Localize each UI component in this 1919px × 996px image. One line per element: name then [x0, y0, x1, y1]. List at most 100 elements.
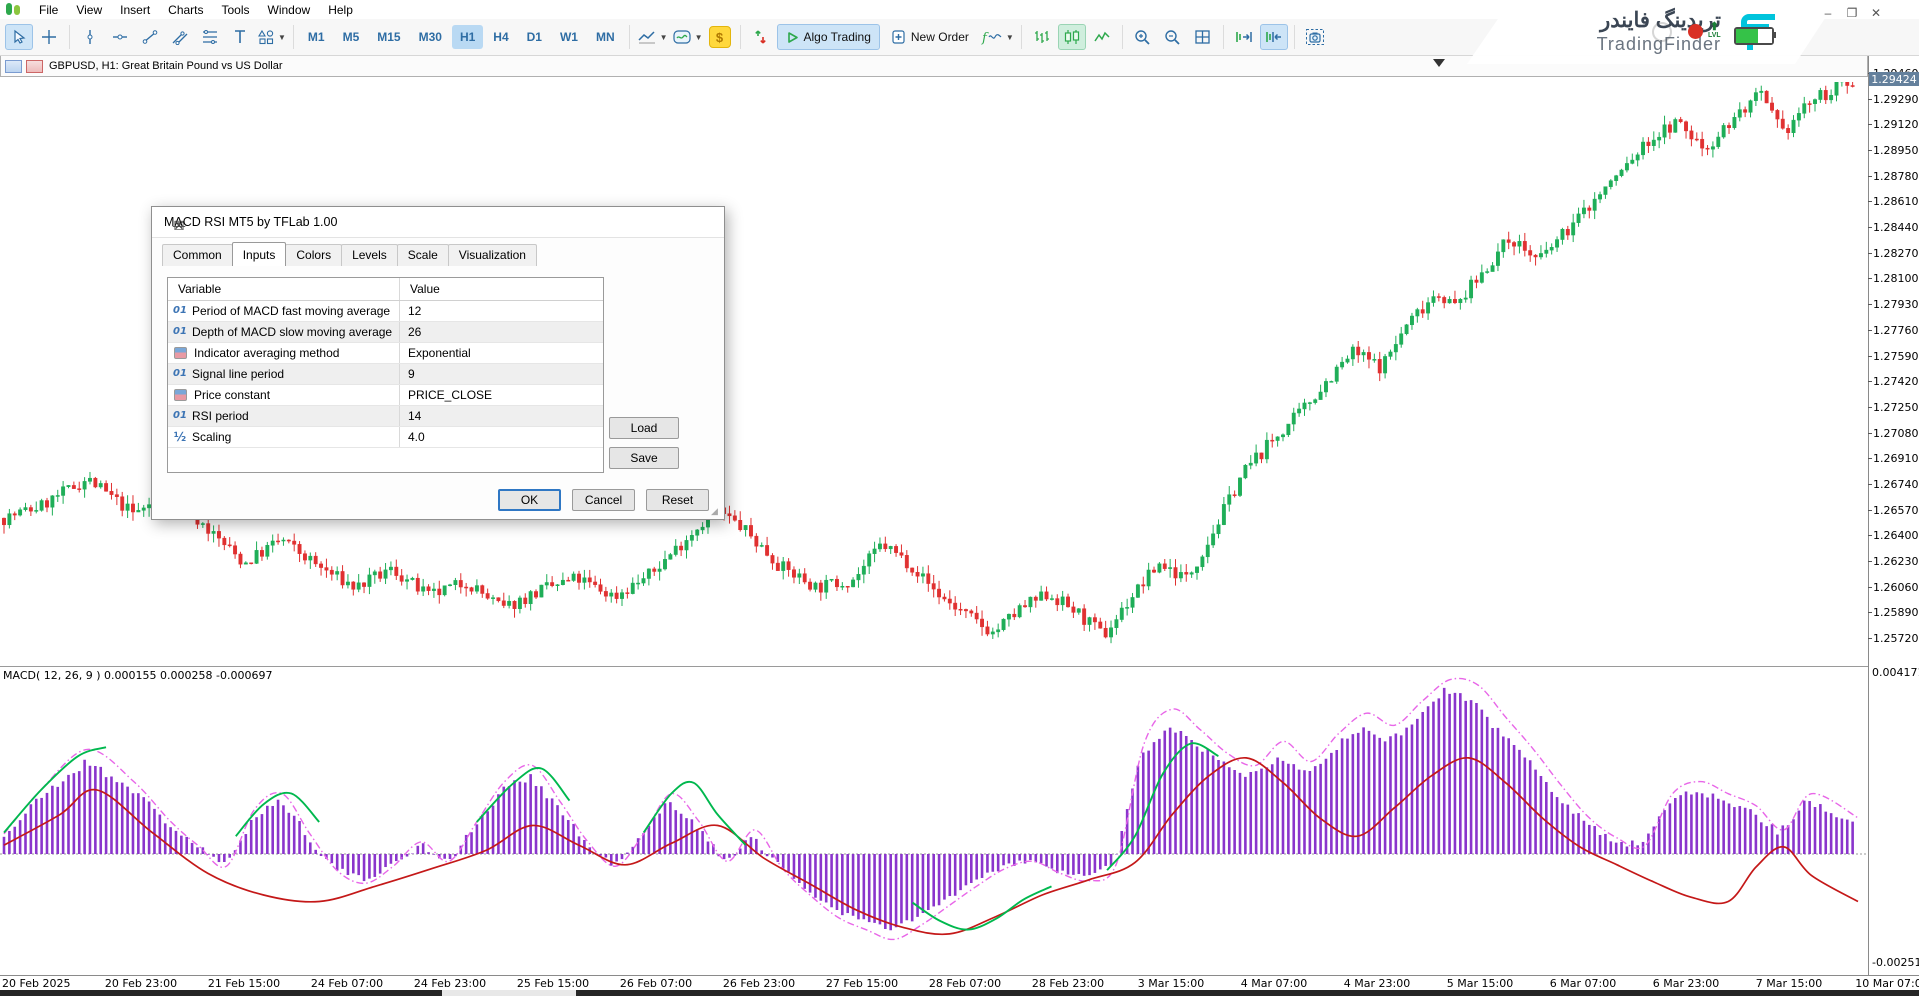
chart-list-icon — [5, 60, 22, 73]
timeframe-button-mn[interactable]: MN — [588, 25, 623, 49]
dialog-tab-colors[interactable]: Colors — [285, 244, 342, 266]
price-tick-label: 1.28610 — [1873, 195, 1919, 208]
deposit-button[interactable]: $ — [706, 24, 734, 50]
input-row-2[interactable]: 01Depth of MACD slow moving average26 — [168, 322, 603, 343]
input-row-1[interactable]: 01Period of MACD fast moving average12 — [168, 301, 603, 322]
time-axis[interactable]: 20 Feb 202520 Feb 23:0021 Feb 15:0024 Fe… — [0, 975, 1919, 990]
auto-scroll-icon — [1234, 29, 1254, 45]
menu-item-window[interactable]: Window — [259, 1, 320, 19]
auto-scroll-button[interactable] — [1230, 24, 1258, 50]
input-row-3[interactable]: Indicator averaging methodExponential — [168, 343, 603, 364]
window-restore-button[interactable]: ❐ — [1842, 6, 1862, 22]
cursor-tool-button[interactable] — [5, 24, 33, 50]
integer-type-icon: 01 — [168, 364, 192, 384]
dollar-icon: $ — [709, 26, 731, 48]
price-tick-label: 1.27590 — [1873, 350, 1919, 363]
channel-tool-button[interactable] — [166, 24, 194, 50]
dialog-tab-levels[interactable]: Levels — [341, 244, 398, 266]
load-button[interactable]: Load — [609, 417, 679, 439]
chart-symbol-icon — [26, 60, 43, 73]
timeframe-button-w1[interactable]: W1 — [552, 25, 586, 49]
variable-value[interactable]: 4.0 — [400, 427, 603, 447]
timeframe-button-h4[interactable]: H4 — [485, 25, 516, 49]
fibonacci-tool-button[interactable] — [196, 24, 224, 50]
watermark-ring-decoration — [1652, 22, 1672, 42]
candlestick-mode-button[interactable] — [1058, 24, 1086, 50]
chart-shift-button[interactable] — [1260, 24, 1288, 50]
new-order-icon — [891, 29, 906, 45]
line-chart-mode-button[interactable] — [1088, 24, 1116, 50]
panel-divider[interactable] — [0, 666, 1868, 667]
dialog-tab-inputs[interactable]: Inputs — [232, 242, 287, 266]
dialog-title-bar[interactable]: MACD RSI MT5 by TFLab 1.00 — ☐ ✕ — [152, 207, 724, 238]
price-tick-label: 1.28100 — [1873, 272, 1919, 285]
toolbar-separator — [629, 25, 630, 49]
input-row-4[interactable]: 01Signal line period9 — [168, 364, 603, 385]
new-order-button[interactable]: New Order — [882, 24, 978, 50]
dialog-close-button[interactable]: ✕ — [164, 215, 194, 236]
bar-chart-mode-button[interactable] — [1028, 24, 1056, 50]
input-row-7[interactable]: ½Scaling4.0 — [168, 427, 603, 448]
menu-item-help[interactable]: Help — [319, 1, 362, 19]
window-minimize-button[interactable]: – — [1818, 6, 1838, 22]
market-watch-button[interactable]: ▼ — [671, 24, 704, 50]
dialog-tab-scale[interactable]: Scale — [397, 244, 449, 266]
variable-value[interactable]: 26 — [400, 322, 603, 342]
dialog-tab-common[interactable]: Common — [162, 244, 233, 266]
chart-profile-button[interactable]: ▼ — [636, 24, 669, 50]
timeframe-button-m15[interactable]: M15 — [369, 25, 408, 49]
play-icon — [786, 31, 799, 44]
screenshot-button[interactable] — [1301, 24, 1329, 50]
price-tick-label: 1.27930 — [1873, 298, 1919, 311]
macd-indicator-panel[interactable] — [0, 667, 1868, 975]
macd-axis-max: 0.004171 — [1872, 666, 1919, 679]
value-column-header: Value — [400, 278, 603, 300]
price-axis[interactable]: 1.29424 0.004171 -0.002517 1.294601.2929… — [1868, 55, 1919, 975]
ok-button[interactable]: OK — [498, 489, 561, 511]
horizontal-line-tool-button[interactable] — [106, 24, 134, 50]
dialog-tab-visualization[interactable]: Visualization — [448, 244, 537, 266]
zoom-in-button[interactable] — [1129, 24, 1157, 50]
buy-sell-arrows-button[interactable] — [747, 24, 775, 50]
timeframe-button-m1[interactable]: M1 — [300, 25, 333, 49]
menu-item-insert[interactable]: Insert — [111, 1, 159, 19]
variable-value[interactable]: 12 — [400, 301, 603, 321]
price-tick-label: 1.25720 — [1873, 632, 1919, 645]
timeframe-button-m30[interactable]: M30 — [411, 25, 450, 49]
time-tick-label: 21 Feb 15:00 — [208, 977, 280, 990]
input-row-6[interactable]: 01RSI period14 — [168, 406, 603, 427]
reset-button[interactable]: Reset — [646, 489, 709, 511]
line-chart-frame-icon — [637, 29, 657, 45]
timeframe-button-h1[interactable]: H1 — [452, 25, 483, 49]
algo-trading-button[interactable]: Algo Trading — [777, 24, 880, 50]
indicators-button[interactable]: f ▼ — [980, 24, 1015, 50]
line-chart-icon — [1093, 29, 1111, 45]
shapes-tool-button[interactable]: ▼ — [256, 24, 287, 50]
menu-item-charts[interactable]: Charts — [159, 1, 212, 19]
tile-windows-button[interactable] — [1189, 24, 1217, 50]
chevron-down-icon: ▼ — [695, 33, 703, 42]
zoom-out-button[interactable] — [1159, 24, 1187, 50]
variable-value[interactable]: Exponential — [400, 343, 603, 363]
vertical-line-tool-button[interactable] — [76, 24, 104, 50]
text-tool-button[interactable] — [226, 24, 254, 50]
timeframe-button-d1[interactable]: D1 — [519, 25, 550, 49]
text-icon — [233, 29, 247, 45]
trendline-tool-button[interactable] — [136, 24, 164, 50]
crosshair-tool-button[interactable] — [35, 24, 63, 50]
variable-value[interactable]: 9 — [400, 364, 603, 384]
input-row-5[interactable]: Price constantPRICE_CLOSE — [168, 385, 603, 406]
mt5-application-window: { "menu": {"items": ["File", "View", "In… — [0, 0, 1919, 996]
menu-item-file[interactable]: File — [30, 1, 67, 19]
window-close-button[interactable]: ✕ — [1866, 6, 1886, 22]
save-button[interactable]: Save — [609, 447, 679, 469]
cancel-button[interactable]: Cancel — [572, 489, 635, 511]
menu-item-view[interactable]: View — [67, 1, 111, 19]
menu-item-tools[interactable]: Tools — [213, 1, 259, 19]
variable-value[interactable]: 14 — [400, 406, 603, 426]
variable-value[interactable]: PRICE_CLOSE — [400, 385, 603, 405]
zoom-out-icon — [1164, 29, 1181, 46]
time-tick-label: 26 Feb 07:00 — [620, 977, 692, 990]
resize-grip[interactable]: ◢ — [711, 506, 721, 516]
timeframe-button-m5[interactable]: M5 — [335, 25, 368, 49]
